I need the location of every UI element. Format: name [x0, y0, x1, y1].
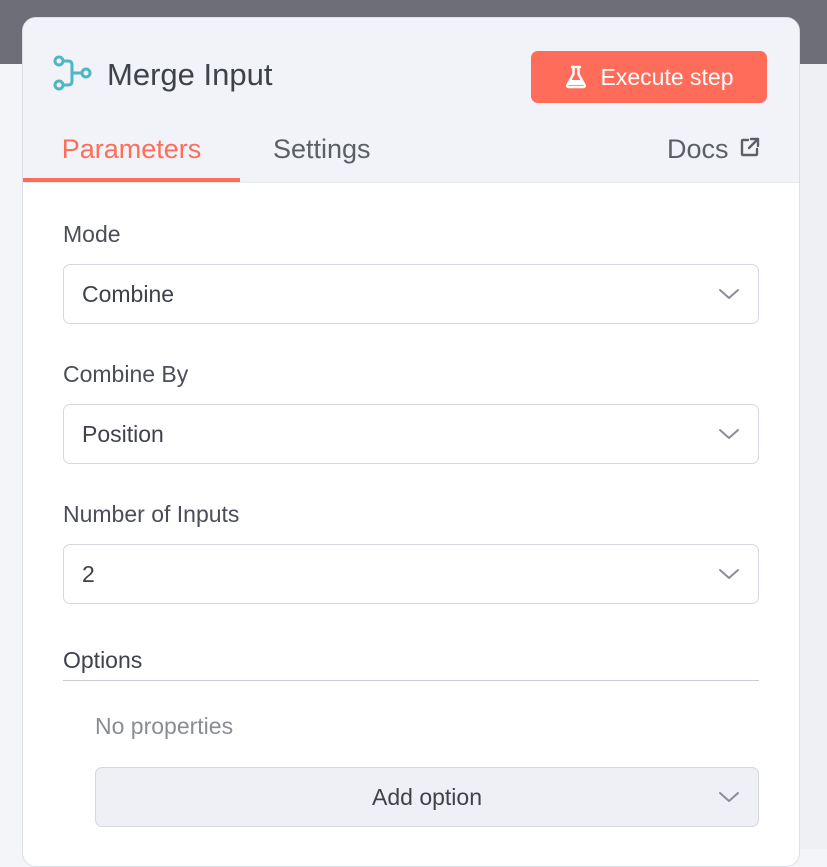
merge-node-icon [53, 54, 93, 94]
chevron-down-icon [718, 565, 740, 583]
number-of-inputs-select[interactable]: 2 [63, 544, 759, 604]
number-of-inputs-label: Number of Inputs [63, 501, 240, 527]
external-link-icon [739, 128, 761, 170]
tab-parameters[interactable]: Parameters [23, 128, 240, 182]
execute-step-label: Execute step [600, 63, 734, 90]
mode-label: Mode [63, 221, 121, 247]
mode-value: Combine [82, 281, 175, 307]
chevron-down-icon [718, 285, 740, 303]
flask-icon [565, 65, 587, 89]
docs-label: Docs [667, 134, 729, 164]
panel-tabs: Parameters Settings Docs [23, 128, 799, 183]
add-option-label: Add option [372, 784, 482, 810]
canvas-backdrop-right [797, 64, 827, 849]
node-title[interactable]: Merge Input [107, 56, 272, 94]
options-title: Options [63, 647, 143, 673]
number-of-inputs-value: 2 [82, 561, 95, 587]
panel-header: Merge Input Execute step Parameters Sett… [23, 18, 799, 183]
no-properties-text: No properties [95, 713, 234, 739]
combine-by-label: Combine By [63, 361, 189, 387]
combine-by-select[interactable]: Position [63, 404, 759, 464]
node-settings-panel: Merge Input Execute step Parameters Sett… [22, 17, 800, 867]
tab-settings[interactable]: Settings [273, 128, 371, 170]
add-option-dropdown[interactable]: Add option [95, 767, 759, 827]
execute-step-button[interactable]: Execute step [531, 51, 767, 103]
combine-by-value: Position [82, 421, 164, 447]
tab-docs[interactable]: Docs [667, 128, 761, 170]
mode-select[interactable]: Combine [63, 264, 759, 324]
options-divider [63, 680, 759, 681]
chevron-down-icon [718, 425, 740, 443]
chevron-down-icon [718, 788, 740, 806]
